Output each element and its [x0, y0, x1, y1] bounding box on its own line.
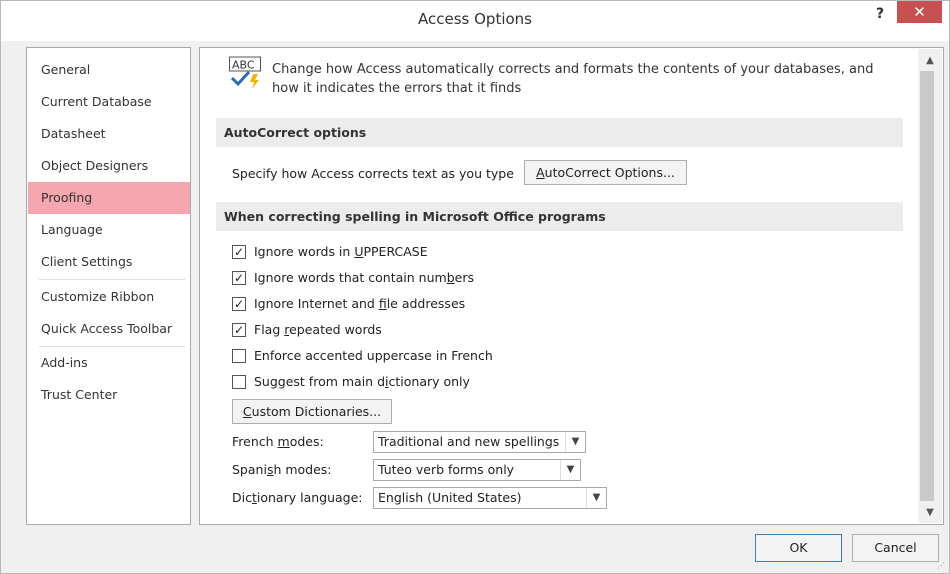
checkbox[interactable]: ✓ [232, 271, 246, 285]
french-modes-select[interactable]: Traditional and new spellings ▼ [373, 431, 586, 453]
autocorrect-options-button[interactable]: AutoCorrect Options... [524, 160, 687, 185]
nav-item-customize-ribbon[interactable]: Customize Ribbon [28, 281, 190, 313]
close-button[interactable]: ✕ [897, 1, 942, 23]
abc-check-icon: ABC [229, 56, 265, 90]
french-modes-value: Traditional and new spellings [378, 434, 560, 449]
section-autocorrect-options: AutoCorrect options [216, 118, 903, 147]
dictionary-language-label: Dictionary language: [232, 490, 363, 505]
scroll-down-icon[interactable]: ▼ [918, 503, 942, 523]
nav-divider [39, 279, 185, 280]
cancel-button[interactable]: Cancel [852, 534, 939, 562]
dictionary-language-select[interactable]: English (United States) ▼ [373, 487, 607, 509]
options-category-list: General Current Database Datasheet Objec… [26, 47, 191, 525]
vertical-scrollbar[interactable]: ▲ ▼ [918, 49, 942, 523]
spanish-modes-value: Tuteo verb forms only [378, 462, 515, 477]
checkbox[interactable] [232, 349, 246, 363]
chevron-down-icon[interactable]: ▼ [565, 432, 585, 452]
nav-item-language[interactable]: Language [28, 214, 190, 246]
scroll-up-icon[interactable]: ▲ [918, 51, 942, 71]
nav-item-object-designers[interactable]: Object Designers [28, 150, 190, 182]
svg-text:ABC: ABC [232, 59, 255, 72]
title-bar[interactable]: Access Options ? ✕ [1, 1, 949, 41]
nav-item-proofing[interactable]: Proofing [28, 182, 190, 214]
access-options-dialog: Access Options ? ✕ General Current Datab… [0, 0, 950, 574]
nav-item-current-database[interactable]: Current Database [28, 86, 190, 118]
checkbox-label: Suggest from main dictionary only [254, 374, 470, 389]
checkbox[interactable]: ✓ [232, 323, 246, 337]
checkbox-label: Enforce accented uppercase in French [254, 348, 493, 363]
dictionary-language-value: English (United States) [378, 490, 522, 505]
nav-item-general[interactable]: General [28, 54, 190, 86]
proofing-panel: ABC Change how Access automatically corr… [199, 47, 944, 525]
proofing-description: Change how Access automatically corrects… [272, 60, 912, 98]
scroll-thumb[interactable] [920, 71, 934, 501]
proofing-description-line-1: Change how Access automatically corrects… [272, 62, 874, 77]
autocorrect-label: Specify how Access corrects text as you … [232, 166, 514, 181]
nav-item-quick-access-toolbar[interactable]: Quick Access Toolbar [28, 313, 190, 345]
custom-dictionaries-button[interactable]: Custom Dictionaries... [232, 399, 392, 424]
nav-item-trust-center[interactable]: Trust Center [28, 379, 190, 411]
checkbox-label: Ignore words that contain numbers [254, 270, 474, 285]
checkbox-label: Ignore Internet and file addresses [254, 296, 466, 311]
proofing-description-line-2: how it indicates the errors that it find… [272, 81, 522, 96]
checkbox[interactable]: ✓ [232, 297, 246, 311]
nav-item-add-ins[interactable]: Add-ins [28, 347, 190, 379]
spanish-modes-select[interactable]: Tuteo verb forms only ▼ [373, 459, 581, 481]
checkbox[interactable] [232, 375, 246, 389]
spanish-modes-label: Spanish modes: [232, 462, 332, 477]
resize-grip-icon[interactable]: ⋰ [937, 561, 947, 571]
help-button[interactable]: ? [869, 4, 891, 24]
chevron-down-icon[interactable]: ▼ [560, 460, 580, 480]
chevron-down-icon[interactable]: ▼ [586, 488, 606, 508]
french-modes-label: French modes: [232, 434, 324, 449]
section-spelling: When correcting spelling in Microsoft Of… [216, 202, 903, 231]
checkbox[interactable]: ✓ [232, 245, 246, 259]
ok-button[interactable]: OK [755, 534, 842, 562]
nav-item-datasheet[interactable]: Datasheet [28, 118, 190, 150]
nav-item-client-settings[interactable]: Client Settings [28, 246, 190, 278]
checkbox-label: Flag repeated words [254, 322, 382, 337]
dialog-title: Access Options [418, 10, 532, 28]
checkbox-label: Ignore words in UPPERCASE [254, 244, 428, 259]
